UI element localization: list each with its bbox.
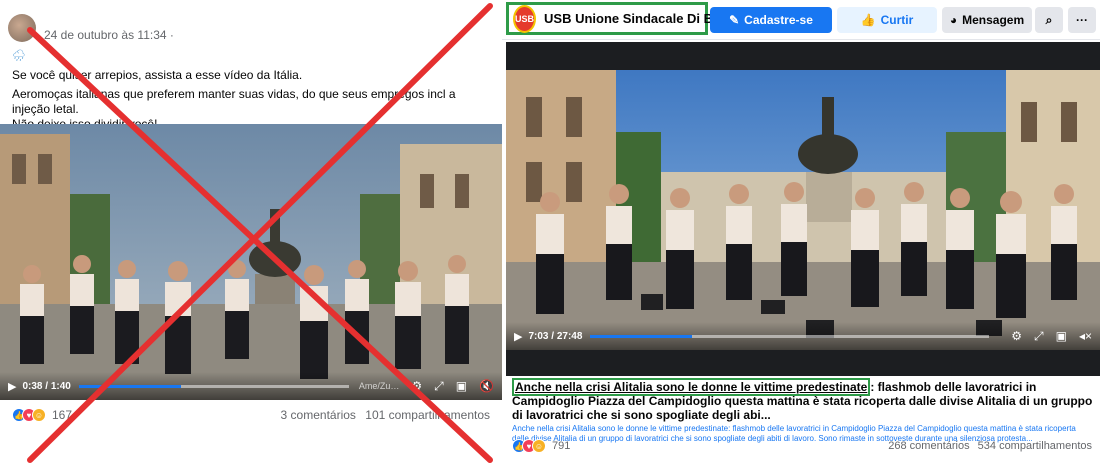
post-timestamp[interactable]: 24 de outubro às 11:34 ·	[44, 28, 174, 42]
wow-reaction-icon: ☺	[532, 439, 546, 453]
video-caption: Anche nella crisi Alitalia sono le donne…	[512, 378, 1094, 444]
like-label: Curtir	[880, 13, 914, 27]
mute-icon[interactable]: 🔇	[479, 379, 494, 393]
more-icon: ···	[1076, 13, 1088, 27]
page-name[interactable]: USB Unione Sindacale Di B...	[544, 11, 724, 26]
left-post-stats: 👍 ♥ ☺ 167 3 comentários 101 compartilham…	[12, 406, 490, 424]
video-progress-fill	[78, 384, 182, 388]
picture-in-picture-icon[interactable]: ▣	[1056, 329, 1067, 343]
post-header: 24 de outubro às 11:34 ·	[8, 14, 174, 46]
right-video-controls: ▶ 7:03 / 27:48 ⚙ ⤢ ▣ ◂×	[506, 322, 1100, 350]
video-time: 0:38 / 1:40	[22, 380, 71, 392]
comment-count[interactable]: 268 comentários	[888, 440, 969, 452]
page-topbar: USB USB Unione Sindacale Di B... ✎ Cadas…	[502, 0, 1100, 40]
right-post: USB USB Unione Sindacale Di B... ✎ Cadas…	[502, 0, 1100, 464]
engagement-counts: 268 comentários 534 compartilhamentos	[888, 440, 1092, 452]
left-video-player[interactable]: ▶ 0:38 / 1:40 Ame/Zu… ⚙ ⤢ ▣ 🔇	[0, 124, 502, 400]
like-page-button[interactable]: 👍 Curtir	[837, 7, 937, 33]
more-options-button[interactable]: ···	[1068, 7, 1096, 33]
video-progress-fill	[590, 334, 692, 338]
post-text-line-2: Aeromoças italianas que preferem manter …	[12, 87, 456, 116]
right-post-stats: 👍 ♥ ☺ 791 268 comentários 534 compartilh…	[512, 438, 1092, 454]
video-time: 7:03 / 27:48	[528, 330, 583, 342]
right-video-player[interactable]: ▶ 7:03 / 27:48 ⚙ ⤢ ▣ ◂×	[506, 42, 1100, 376]
page-title-highlight: USB USB Unione Sindacale Di B...	[506, 2, 724, 35]
volume-icon[interactable]: ◂×	[1079, 329, 1092, 343]
comment-count[interactable]: 3 comentários	[281, 408, 356, 422]
left-video-controls: ▶ 0:38 / 1:40 Ame/Zu… ⚙ ⤢ ▣ 🔇	[0, 372, 502, 400]
play-icon[interactable]: ▶	[8, 380, 16, 393]
picture-in-picture-icon[interactable]: ▣	[456, 379, 467, 393]
thumbs-up-icon: 👍	[860, 13, 876, 27]
message-button[interactable]: ◕ Mensagem	[942, 7, 1032, 33]
engagement-counts: 3 comentários 101 compartilhamentos	[281, 408, 490, 422]
signup-button[interactable]: ✎ Cadastre-se	[710, 7, 832, 33]
video-progress-bar[interactable]	[590, 334, 990, 338]
reactions[interactable]: 👍 ♥ ☺	[512, 439, 546, 453]
reaction-count[interactable]: 791	[552, 440, 570, 452]
search-button[interactable]: ⌕	[1035, 7, 1063, 33]
share-count[interactable]: 101 compartilhamentos	[365, 408, 490, 422]
avatar[interactable]	[8, 14, 36, 42]
expand-icon[interactable]: ⤢	[1034, 329, 1044, 344]
video-frame	[0, 124, 502, 400]
reaction-count[interactable]: 167	[52, 408, 72, 422]
post-text-line: Se você quiser arrepios, assista a esse …	[12, 68, 303, 82]
settings-gear-icon[interactable]: ⚙	[1011, 329, 1022, 343]
video-watermark: Ame/Zu…	[358, 381, 400, 391]
pencil-icon: ✎	[729, 13, 740, 27]
usb-logo[interactable]: USB	[513, 4, 537, 33]
left-post: 24 de outubro às 11:34 · 🌧 Se você quise…	[0, 0, 502, 464]
message-label: Mensagem	[962, 13, 1025, 27]
share-count[interactable]: 534 compartilhamentos	[978, 440, 1092, 452]
caption-title[interactable]: Anche nella crisi Alitalia sono le donne…	[512, 378, 1094, 422]
video-progress-bar[interactable]	[78, 384, 349, 388]
wow-reaction-icon: ☺	[32, 408, 46, 422]
messenger-icon: ◕	[949, 13, 958, 27]
play-icon[interactable]: ▶	[514, 330, 522, 343]
expand-icon[interactable]: ⤢	[434, 379, 444, 394]
signup-label: Cadastre-se	[744, 13, 813, 27]
emoji: 🌧	[12, 50, 26, 62]
search-icon: ⌕	[1045, 12, 1053, 27]
settings-gear-icon[interactable]: ⚙	[411, 379, 422, 393]
reactions[interactable]: 👍 ♥ ☺	[12, 408, 46, 422]
